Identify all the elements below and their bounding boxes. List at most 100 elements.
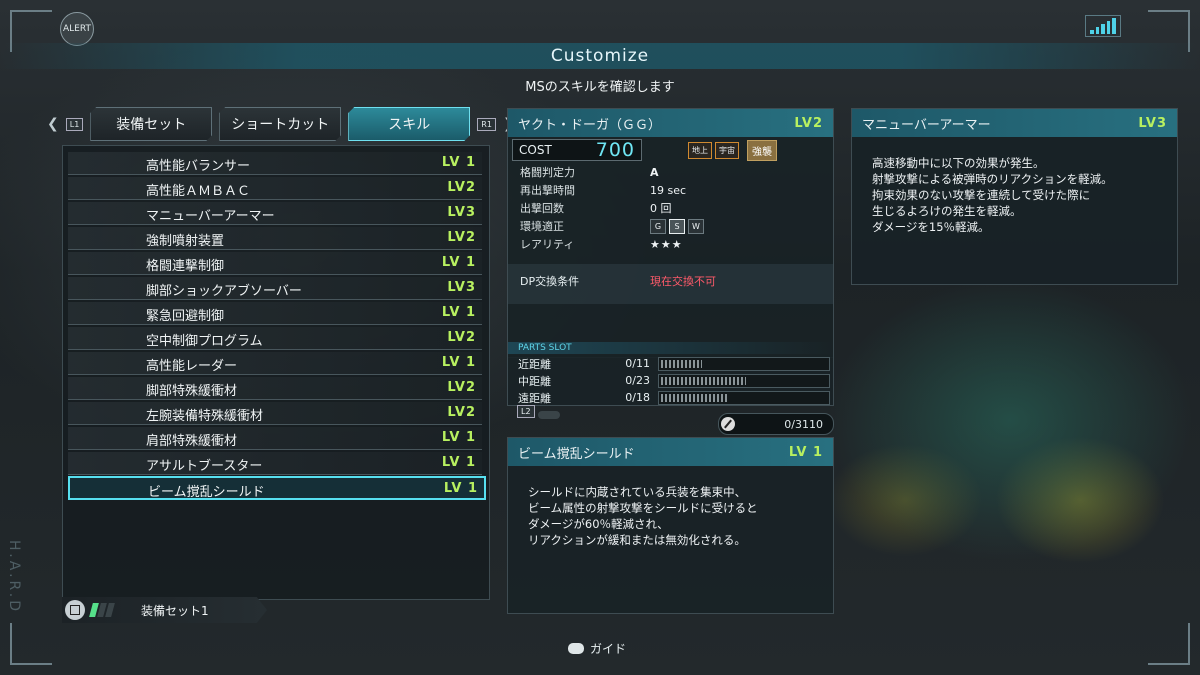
stat-value: 0 回 <box>650 202 672 215</box>
skill-name: 格闘連撃制御 <box>146 259 225 274</box>
detail-skill-panel: マニューバーアーマー LV3 高速移動中に以下の効果が発生。 射撃攻撃による被弾… <box>851 108 1178 285</box>
skill-name: アサルトブースター <box>146 459 263 474</box>
dp-label: DP交換条件 <box>520 275 580 288</box>
skill-name: マニューバーアーマー <box>146 209 275 224</box>
stat-key: 格闘判定力 <box>520 166 575 179</box>
skill-row[interactable]: 高性能レーダー LV 1 <box>68 352 482 375</box>
ms-type-badge: 強襲 <box>747 139 777 161</box>
tab-bar: ❮ L1 装備セット ショートカット スキル R1 ❯ <box>47 106 515 142</box>
stat-row: 環境適正 G S W <box>508 217 833 235</box>
stat-row: 再出撃時間 19 sec <box>508 181 833 199</box>
skill-row[interactable]: 左腕装備特殊緩衝材 LV2 <box>68 402 482 425</box>
slot-bar <box>658 356 830 371</box>
alert-icon: ALERT <box>60 12 94 46</box>
skill-level: LV 1 <box>441 430 476 445</box>
slot-row: 遠距離 0/18 <box>508 389 833 406</box>
ms-header: ヤクト・ドーガ（ＧＧ） LV2 <box>508 109 833 137</box>
loadout-indicator[interactable]: 装備セット1 <box>62 597 267 623</box>
skill-row[interactable]: 強制噴射装置 LV2 <box>68 227 482 250</box>
frame-corner <box>10 623 52 665</box>
cost-label: COST <box>519 143 552 157</box>
skill-name: 高性能レーダー <box>146 359 238 374</box>
skill-row[interactable]: 肩部特殊緩衝材 LV 1 <box>68 427 482 450</box>
rarity-stars: ★★★ <box>650 237 683 251</box>
skill-level: LV 1 <box>443 481 478 496</box>
skill-name: 肩部特殊緩衝材 <box>146 434 238 449</box>
cost-box: COST 700 <box>512 139 642 161</box>
description-line: 高速移動中に以下の効果が発生。 <box>872 156 1045 170</box>
stat-key: 再出撃時間 <box>520 184 575 197</box>
slot-row: 中距離 0/23 <box>508 372 833 389</box>
skill-row[interactable]: 高性能バランサー LV 1 <box>68 152 482 175</box>
l2-toggle[interactable] <box>538 411 560 419</box>
skill-level: LV3 <box>447 280 476 295</box>
wrench-icon <box>721 417 735 431</box>
chevron-left-icon[interactable]: ❮ <box>47 116 59 132</box>
skill-name: 脚部特殊緩衝材 <box>146 384 238 399</box>
l1-key: L1 <box>65 117 84 131</box>
slot-fill <box>661 359 702 368</box>
dp-exchange-row: DP交換条件 現在交換不可 <box>508 264 833 304</box>
slot-bar <box>658 373 830 388</box>
parts-slot-header: PARTS SLOT <box>508 342 833 354</box>
skill-row[interactable]: 脚部特殊緩衝材 LV2 <box>68 377 482 400</box>
skill-name: 左腕装備特殊緩衝材 <box>146 409 264 424</box>
terrain-badges: 地上 宇宙 <box>688 141 739 159</box>
stat-row: 出撃回数 0 回 <box>508 199 833 217</box>
stat-row: 格闘判定力 A <box>508 163 833 181</box>
stat-key: 環境適正 <box>520 220 564 233</box>
slot-range: 中距離 <box>518 374 551 388</box>
signal-strength-icon <box>1085 15 1121 37</box>
selected-skill-header: ビーム撹乱シールド LV 1 <box>508 438 833 466</box>
skill-name: 高性能バランサー <box>146 159 251 174</box>
description-line: ダメージを15％軽減。 <box>872 220 990 234</box>
guide-hint[interactable]: ガイド <box>568 640 626 657</box>
slot-fill <box>661 376 746 385</box>
stat-value: 19 sec <box>650 183 687 197</box>
skill-level: LV3 <box>447 205 476 220</box>
detail-skill-header: マニューバーアーマー LV3 <box>852 109 1177 137</box>
description-line: リアクションが緩和または無効化される。 <box>528 533 746 547</box>
skill-row[interactable]: アサルトブースター LV 1 <box>68 452 482 475</box>
melee-grade-icon: A <box>650 165 659 179</box>
parts-total: 0/3110 <box>718 413 834 435</box>
page-subtitle: MSのスキルを確認します <box>525 80 675 95</box>
stat-row: レアリティ ★★★ <box>508 235 833 253</box>
tab-skill[interactable]: スキル <box>348 107 470 141</box>
skill-row-selected[interactable]: ビーム撹乱シールド LV 1 <box>68 476 486 500</box>
cost-row: COST 700 地上 宇宙 強襲 <box>508 137 833 163</box>
skill-row[interactable]: 格闘連撃制御 LV 1 <box>68 252 482 275</box>
skill-row[interactable]: 緊急回避制御 LV 1 <box>68 302 482 325</box>
skill-level: LV 1 <box>441 305 476 320</box>
description-line: ビーム属性の射撃攻撃をシールドに受けると <box>528 501 758 515</box>
skill-name: 緊急回避制御 <box>146 309 225 324</box>
selected-skill-panel: ビーム撹乱シールド LV 1 シールドに内蔵されている兵装を集束中、 ビーム属性… <box>507 437 834 614</box>
tab-loadout[interactable]: 装備セット <box>90 107 212 141</box>
guide-label: ガイド <box>590 642 627 656</box>
square-button-icon <box>65 600 85 620</box>
detail-skill-level: LV3 <box>1138 115 1167 131</box>
skill-level: LV 1 <box>441 355 476 370</box>
skill-name: ビーム撹乱シールド <box>148 485 265 500</box>
cost-value: 700 <box>595 139 635 161</box>
skill-row[interactable]: 高性能ＡＭＢＡＣ LV2 <box>68 177 482 200</box>
ms-level: LV2 <box>794 115 823 131</box>
ms-info-panel: ヤクト・ドーガ（ＧＧ） LV2 COST 700 地上 宇宙 強襲 格闘判定力 A… <box>507 108 834 358</box>
tab-shortcut[interactable]: ショートカット <box>219 107 341 141</box>
skill-name: 脚部ショックアブソーバー <box>146 284 302 299</box>
parts-slot-title: PARTS SLOT <box>508 342 833 354</box>
skill-row[interactable]: 空中制御プログラム LV2 <box>68 327 482 350</box>
skill-row[interactable]: マニューバーアーマー LV3 <box>68 202 482 225</box>
detail-skill-description: 高速移動中に以下の効果が発生。 射撃攻撃による被弾時のリアクションを軽減。 拘束… <box>852 137 1177 253</box>
slot-count: 0/23 <box>625 374 650 387</box>
description-line: 生じるよろけの発生を軽減。 <box>872 204 1022 218</box>
stat-key: レアリティ <box>520 238 575 251</box>
skill-row[interactable]: 脚部ショックアブソーバー LV3 <box>68 277 482 300</box>
skill-level: LV 1 <box>441 455 476 470</box>
skill-level: LV2 <box>447 180 476 195</box>
slot-range: 遠距離 <box>518 391 551 405</box>
touchpad-icon <box>568 643 584 654</box>
parts-total-value: 0/3110 <box>784 417 823 431</box>
stat-key: 出撃回数 <box>520 202 564 215</box>
slot-row: 近距離 0/11 <box>508 355 833 372</box>
